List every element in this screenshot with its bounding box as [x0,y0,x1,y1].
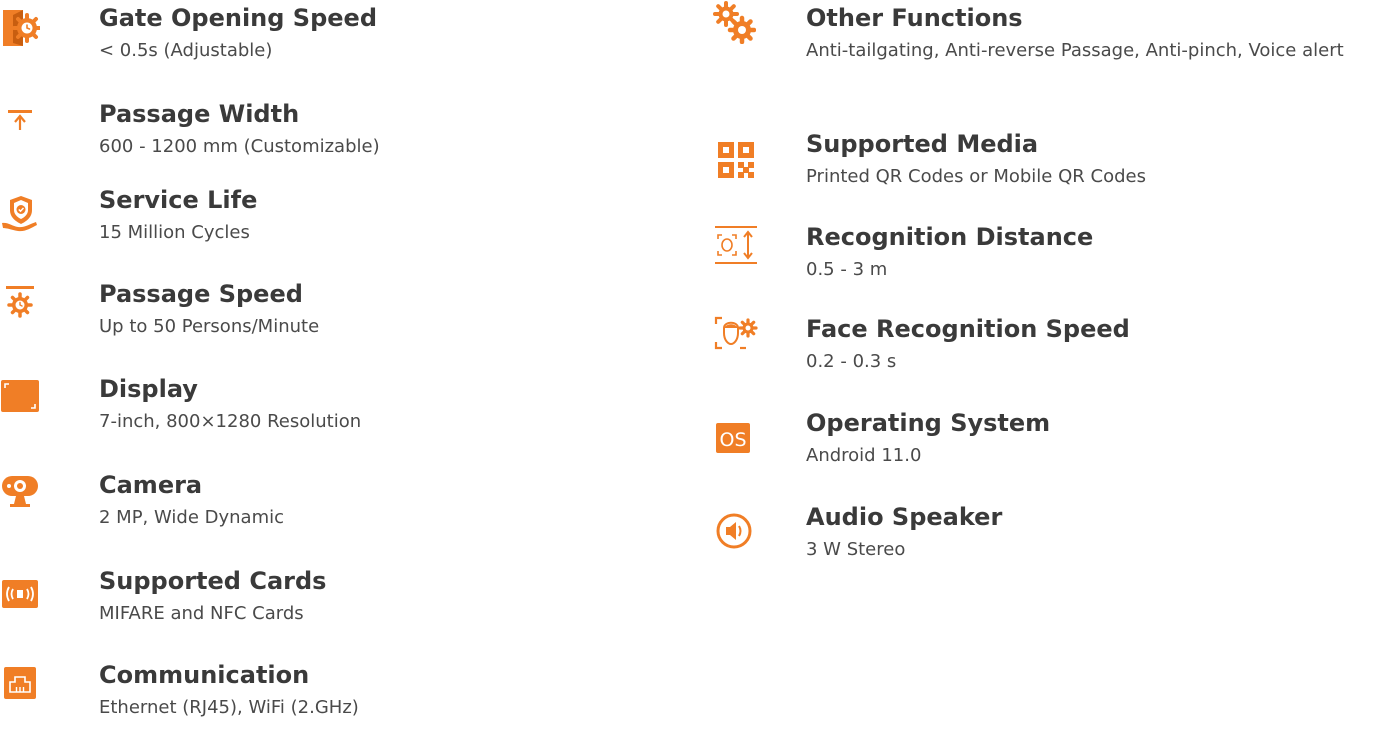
spec-value: Up to 50 Persons/Minute [99,316,320,337]
gear-timer-icon [6,286,34,318]
spec-title: Other Functions [806,4,1023,32]
spec-value: 2 MP, Wide Dynamic [99,507,285,528]
rfid-card-icon [2,580,38,608]
spec-value: 600 - 1200 mm (Customizable) [99,136,380,157]
spec-title: Passage Width [99,100,300,128]
spec-title: Communication [99,661,310,689]
speaker-icon [716,513,752,549]
os-badge-text: OS [719,429,746,451]
gears-icon [713,1,756,44]
passage-width-icon [8,110,32,130]
spec-value: 0.2 - 0.3 s [806,351,897,372]
spec-title: Display [99,375,198,403]
spec-title: Service Life [99,186,258,214]
spec-value: 3 W Stereo [806,539,906,560]
spec-value: MIFARE and NFC Cards [99,603,304,624]
shield-hand-icon [2,196,37,232]
spec-value: Android 11.0 [806,445,922,466]
spec-value: Anti-tailgating, Anti-reverse Passage, A… [806,40,1344,61]
face-distance-icon [715,226,757,264]
spec-value: 15 Million Cycles [99,222,250,243]
face-scan-gear-icon [714,316,758,350]
spec-value: 0.5 - 3 m [806,259,888,280]
gate-door-gear-icon [3,10,40,46]
spec-title: Supported Media [806,130,1039,158]
spec-title: Recognition Distance [806,223,1094,251]
spec-title: Passage Speed [99,280,303,308]
qr-code-icon [718,142,754,178]
spec-value: 7-inch, 800×1280 Resolution [99,411,362,432]
display-screen-icon [1,380,39,412]
spec-value: Ethernet (RJ45), WiFi (2.GHz) [99,697,359,718]
spec-value: Printed QR Codes or Mobile QR Codes [806,166,1146,187]
os-badge-icon: OS [716,423,750,453]
ethernet-port-icon [4,667,36,699]
spec-title: Operating System [806,409,1051,437]
spec-title: Face Recognition Speed [806,315,1130,343]
spec-title: Gate Opening Speed [99,4,377,32]
spec-value: < 0.5s (Adjustable) [99,40,273,61]
spec-title: Audio Speaker [806,503,1003,531]
webcam-icon [2,476,38,507]
spec-title: Supported Cards [99,567,327,595]
spec-title: Camera [99,471,203,499]
